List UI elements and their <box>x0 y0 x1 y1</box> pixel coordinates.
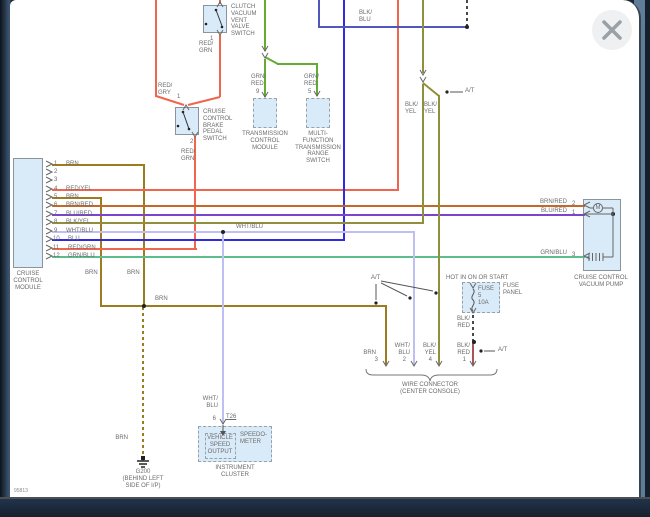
wire-label: WHT/ BLU <box>202 396 218 409</box>
cruise-control-brake-pedal-switch-label: CRUISE CONTROL BRAKE PEDAL SWITCH <box>203 109 233 143</box>
wire-label: RED/YEL <box>66 186 92 192</box>
wire-label: 4 <box>428 357 432 363</box>
clutch-vacuum-vent-valve-switch-label: CLUTCH VACUUM VENT VALVE SWITCH <box>231 4 257 38</box>
fuse-5-10a-label: FUSE 5 10A <box>478 286 495 306</box>
wire-label: WHT/BLU <box>66 228 93 234</box>
wire-label: RED/GRN <box>68 245 96 251</box>
wire-label: 4 <box>54 186 58 192</box>
wire-label: 3 <box>572 252 576 258</box>
g200-ground-label: G200 (BEHIND LEFT SIDE OF I/P) <box>122 469 164 489</box>
wire-label: GRN/ RED <box>251 74 266 87</box>
wire-label: BRN <box>85 270 98 276</box>
wire-label: BLU/RED <box>540 208 567 214</box>
at-note: A/T <box>465 88 475 94</box>
wire-label: WHT/BLU <box>236 224 263 230</box>
fuse-symbol <box>471 288 475 312</box>
wire-label: 3 <box>54 177 58 183</box>
wire-label: 12 <box>53 253 60 259</box>
wire-label: 1 <box>54 161 58 167</box>
wire-label: 2 <box>54 169 58 175</box>
wire-label: 2 <box>190 139 194 145</box>
wire-label: BLK/ YEL <box>405 102 419 115</box>
ground-symbol <box>137 456 149 468</box>
wire-label: BRN/RED <box>539 199 567 205</box>
wire-label: 2 <box>572 201 576 207</box>
wire-label: BRN <box>127 270 140 276</box>
wire-label: 2 <box>402 357 406 363</box>
diagram-symbols <box>45 1 615 468</box>
wire-label: BLK/ BLU <box>359 10 373 23</box>
wire-label: BLU <box>68 236 80 242</box>
wire-label: WHT/ BLU <box>394 343 410 356</box>
instrument-cluster-label: INSTRUMENT CLUSTER <box>215 465 255 478</box>
wire-label: 6 <box>54 202 58 208</box>
junction-dots <box>142 25 615 344</box>
wire-label: 1 <box>462 357 466 363</box>
wire-label: 8 <box>54 219 58 225</box>
cruise-control-module-label: CRUISE CONTROL MODULE <box>13 271 43 291</box>
wire-label: GRN/ RED <box>304 74 319 87</box>
connector-pin-symbols <box>45 1 591 425</box>
close-button[interactable] <box>592 10 632 50</box>
wiring-diagram-layer: 1 BRN 2 3 4 RED/YEL 5 BRN 6 BRN/RED 7 BLU/RED 8 BLK/Y… <box>0 0 650 517</box>
at-note: A/T <box>371 275 381 281</box>
wire-label: 1 <box>177 94 181 100</box>
motor-m-glyph: M <box>595 205 601 211</box>
wire-label: 3 <box>374 357 378 363</box>
multi-function-transmission-range-switch-label: MULTI- FUNCTION TRANSMISSION RANGE SWITC… <box>295 131 341 165</box>
diagonal-wires <box>155 56 440 106</box>
hot-in-on-or-start-label: HOT IN ON OR START <box>446 275 509 281</box>
diagram-viewer: 1 BRN 2 3 4 RED/YEL 5 BRN 6 BRN/RED 7 BLU/RED 8 BLK/Y… <box>0 0 650 517</box>
wire-label: BLK/ RED <box>456 343 470 356</box>
at-arrows <box>374 90 495 353</box>
wire-label: BLU/RED <box>66 211 93 217</box>
wire-label: BLK/YEL <box>66 219 91 225</box>
transmission-control-module-label: TRANSMISSION CONTROL MODULE <box>242 131 288 151</box>
wire-label: BRN <box>363 350 376 356</box>
wire-label: 10 <box>53 236 60 242</box>
wire-label: 1 <box>572 210 576 216</box>
wire-label: GRN/BLU <box>540 250 567 256</box>
wire-label: GRN/BLU <box>68 253 95 259</box>
wire-label: RED/ GRY <box>158 83 173 96</box>
wire-label: BRN/RED <box>66 202 94 208</box>
wire-label: 9 <box>256 89 260 95</box>
wire-label: BRN <box>115 435 128 441</box>
wire-label: RED/ GRN <box>199 41 214 54</box>
speedometer-label: SPEEDO- METER <box>240 432 268 445</box>
wire-label: BLK/ RED <box>456 316 470 329</box>
wire-label: BLK/ YEL <box>422 343 436 356</box>
wire-label: BRN <box>66 194 79 200</box>
coil-symbol <box>585 253 613 261</box>
wire-label: BLK/ YEL <box>424 102 438 115</box>
wire-label: 9 <box>54 228 58 234</box>
wire-label: BRN <box>155 296 168 302</box>
wire-label: 5 <box>54 194 58 200</box>
wire-label: 7 <box>54 211 58 217</box>
fuse-panel-label: FUSE PANEL <box>503 283 523 296</box>
wire-label: RED/ GRN <box>181 149 196 162</box>
at-note: A/T <box>498 347 508 353</box>
wire-label: 11 <box>53 245 60 251</box>
wire-label: 5 <box>308 89 312 95</box>
wire-label: BRN <box>66 161 79 167</box>
connector-brace <box>365 368 498 382</box>
wire-connector-center-console-label: WIRE CONNECTOR (CENTER CONSOLE) <box>400 382 460 395</box>
close-icon <box>602 20 622 40</box>
diagram-id-number: 95813 <box>14 488 28 494</box>
t26-connector-label: T26 <box>226 414 237 420</box>
vehicle-speed-output-label: VEHICLE SPEED OUTPUT <box>207 435 233 455</box>
wire-label: 6 <box>212 416 216 422</box>
cruise-control-vacuum-pump-label: CRUISE CONTROL VACUUM PUMP <box>574 275 628 288</box>
